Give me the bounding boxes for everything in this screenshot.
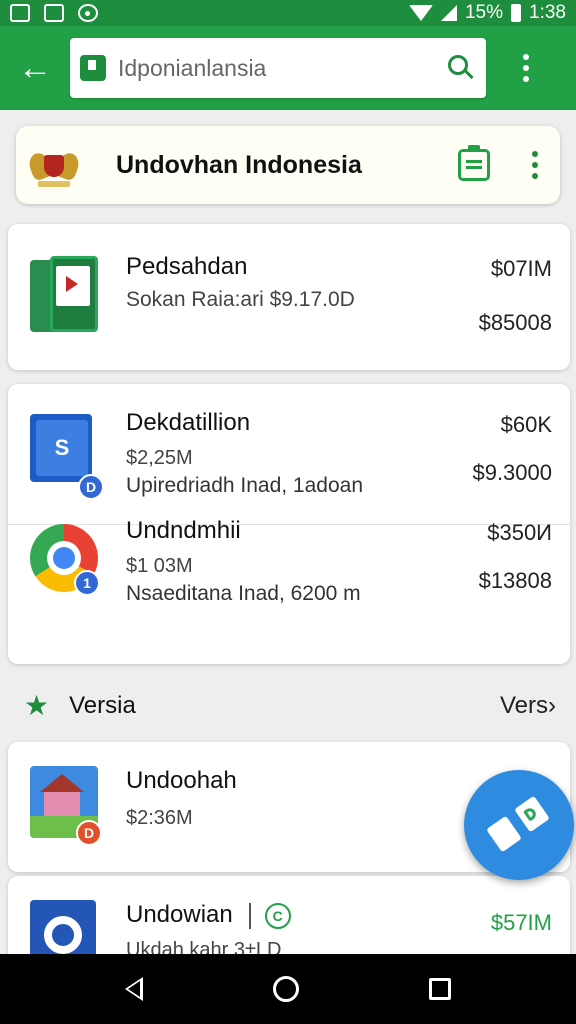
- nav-back-icon[interactable]: [125, 977, 143, 1001]
- separator: [248, 902, 251, 929]
- status-bar: 15% 1:38: [0, 0, 576, 26]
- wifi-icon: [408, 5, 433, 21]
- play-store-icon: [80, 55, 106, 81]
- gallery-notification-icon: [44, 4, 64, 22]
- price-bottom: $13808: [478, 568, 552, 593]
- app-name-text: Undowian: [126, 901, 233, 928]
- floating-action-button[interactable]: [464, 770, 574, 880]
- section-title: Versia: [69, 692, 136, 719]
- price-bottom: $9.3000: [472, 460, 552, 485]
- badge-icon: D: [76, 820, 102, 846]
- battery-percent: 15%: [464, 2, 504, 23]
- app-bar: ← Idponianlansia: [0, 26, 576, 110]
- star-icon: ★: [24, 690, 50, 721]
- signal-icon: [440, 5, 457, 21]
- nav-home-icon[interactable]: [273, 976, 299, 1002]
- list-item[interactable]: Pedsahdan Sokan Raia:ari $9.17.0D $07IM …: [8, 252, 570, 336]
- tablet-letter: S: [36, 420, 88, 476]
- header-menu-button[interactable]: [520, 145, 550, 185]
- section-header: ★ Versia Vers›: [24, 686, 556, 726]
- back-button[interactable]: ←: [0, 26, 70, 110]
- nav-recents-icon[interactable]: [429, 978, 451, 1000]
- price-top: $07IM: [490, 256, 552, 281]
- notification-icons: [10, 4, 98, 22]
- list-item[interactable]: 1 Undndmhii $1 03M Nsaeditana Inad, 6200…: [8, 516, 570, 608]
- chrome-app-icon: 1: [30, 524, 102, 604]
- badge-icon: D: [78, 474, 104, 500]
- price-top: $57IM: [490, 910, 552, 935]
- phones-app-icon: [30, 256, 102, 336]
- overflow-menu-button[interactable]: [486, 26, 566, 110]
- price-top: $350И: [487, 520, 552, 545]
- arrow-left-icon: ←: [18, 48, 52, 87]
- system-nav-bar: [0, 954, 576, 1024]
- list-item[interactable]: S D Dekdatillion $2,25M Upiredriadh Inad…: [8, 408, 570, 500]
- app-card-1[interactable]: Pedsahdan Sokan Raia:ari $9.17.0D $07IM …: [8, 224, 570, 370]
- tablet-app-icon: S D: [30, 414, 104, 500]
- developer-title: Undovhan Indonesia: [116, 150, 362, 179]
- clock: 1:38: [529, 2, 566, 23]
- search-input[interactable]: Idponianlansia: [70, 38, 486, 98]
- clipboard-icon[interactable]: [458, 145, 490, 181]
- image-notification-icon: [10, 4, 30, 22]
- verified-icon: C: [264, 902, 291, 929]
- search-query: Idponianlansia: [118, 54, 267, 81]
- price-bottom: $85008: [478, 310, 552, 335]
- search-icon[interactable]: [446, 53, 476, 83]
- location-notification-icon: [78, 4, 98, 22]
- badge-icon: 1: [74, 570, 100, 596]
- battery-icon: [511, 4, 522, 22]
- tag-icon: [486, 815, 522, 853]
- system-icons: 15% 1:38: [408, 2, 566, 24]
- house-app-icon: D: [30, 766, 102, 846]
- developer-header-card[interactable]: Undovhan Indonesia: [16, 126, 560, 204]
- section-more-link[interactable]: Vers›: [500, 692, 556, 720]
- price-top: $60K: [500, 412, 552, 437]
- garuda-emblem-icon: [26, 141, 82, 189]
- app-card-2: S D Dekdatillion $2,25M Upiredriadh Inad…: [8, 384, 570, 664]
- tag-d-icon: [514, 795, 550, 833]
